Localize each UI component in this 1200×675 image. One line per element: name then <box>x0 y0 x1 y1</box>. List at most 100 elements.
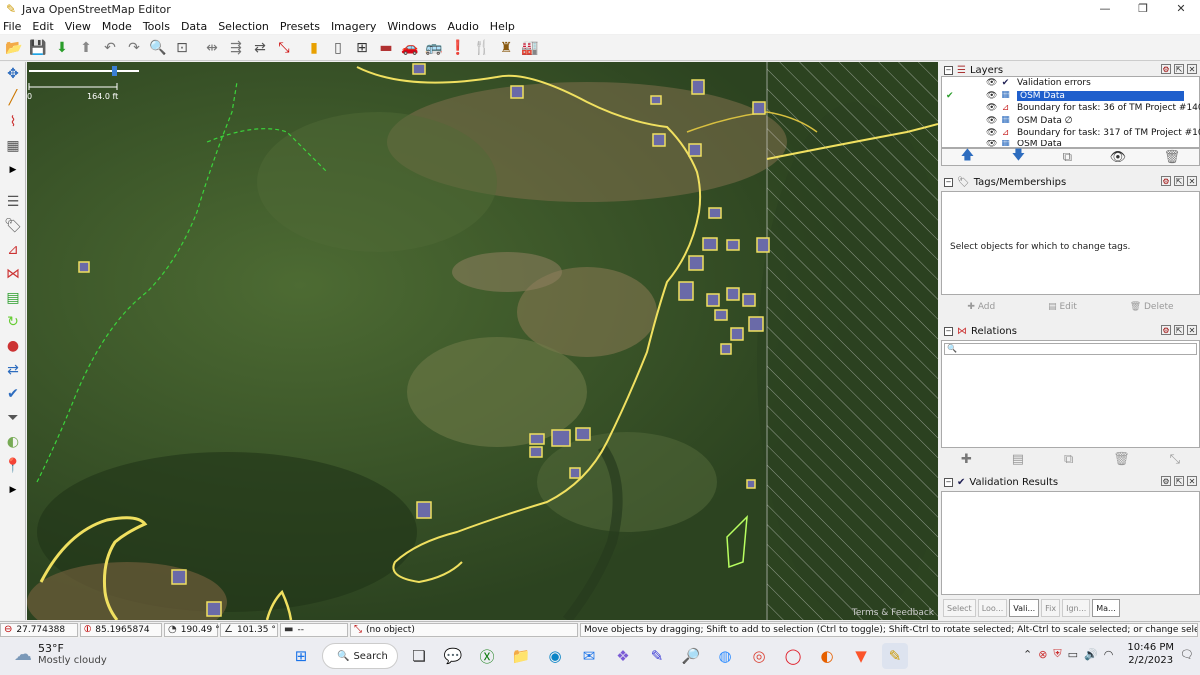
split-way-icon[interactable]: ⇹ <box>200 37 224 59</box>
select-relation-icon[interactable]: ⤡ <box>1170 452 1180 467</box>
eye-icon[interactable]: 👁 <box>986 103 997 113</box>
display-icon[interactable]: ▭ <box>1068 648 1078 661</box>
relations-toggle-icon[interactable]: ⋈ <box>1 262 25 286</box>
preset-wall-icon[interactable]: ▬ <box>374 37 398 59</box>
menu-tools[interactable]: Tools <box>143 20 170 33</box>
notes-icon[interactable]: ✎ <box>644 643 670 669</box>
menu-help[interactable]: Help <box>490 20 515 33</box>
visibility-icon[interactable]: 👁 <box>1110 150 1127 165</box>
validate-button[interactable]: Vali... <box>1009 599 1040 617</box>
redo-icon[interactable]: ↷ <box>122 37 146 59</box>
zoom-icon[interactable]: 🔍 <box>146 37 170 59</box>
reverse-way-icon[interactable]: ⇄ <box>248 37 272 59</box>
josm-taskbar-icon[interactable]: ✎ <box>882 643 908 669</box>
brave-icon[interactable]: ▼ <box>848 643 874 669</box>
panel-detach-icon[interactable]: ⇱ <box>1174 64 1184 74</box>
layer-row[interactable]: 👁 ⊿ Boundary for task: 36 of TM Project #1… <box>942 102 1200 115</box>
collapse-icon[interactable]: − <box>944 477 953 487</box>
preset-bus-icon[interactable]: 🚌 <box>422 37 446 59</box>
select-mode-icon[interactable]: ✥ <box>1 62 25 86</box>
layer-row[interactable]: 👁 ▦ OSM Data <box>942 140 1199 148</box>
lookup-button[interactable]: Loo... <box>977 599 1008 617</box>
maximize-button[interactable]: ❐ <box>1124 0 1162 18</box>
panel-close-icon[interactable]: ✕ <box>1187 176 1197 186</box>
firefox-icon[interactable]: ◐ <box>814 643 840 669</box>
tags-toggle-icon[interactable]: 🏷 <box>1 214 25 238</box>
menu-audio[interactable]: Audio <box>448 20 479 33</box>
panel-help-icon[interactable]: ⚙ <box>1161 325 1171 335</box>
eye-icon[interactable]: 👁 <box>986 91 997 101</box>
eye-icon[interactable]: 👁 <box>986 78 997 88</box>
improve-way-icon[interactable]: ⌇ <box>1 110 25 134</box>
layer-row[interactable]: 👁 ⊿ Boundary for task: 317 of TM Project #… <box>942 127 1200 140</box>
draw-mode-icon[interactable]: ╱ <box>1 86 25 110</box>
preferences-icon[interactable]: ⊡ <box>170 37 194 59</box>
delete-layer-icon[interactable]: 🗑 <box>1164 150 1181 165</box>
save-icon[interactable]: 💾 <box>26 37 50 59</box>
panel-help-icon[interactable]: ⚙ <box>1161 476 1171 486</box>
map-style-icon[interactable]: ◐ <box>1 430 25 454</box>
notification-icon[interactable]: 🗨 <box>1180 648 1194 661</box>
layer-row[interactable]: 👁 ▦ OSM Data ∅ <box>942 115 1199 128</box>
panel-help-icon[interactable]: ⚙ <box>1161 64 1171 74</box>
menu-view[interactable]: View <box>65 20 91 33</box>
edit-tag-button[interactable]: ▤ Edit <box>1048 302 1077 312</box>
filter-icon[interactable]: ⏷ <box>1 406 25 430</box>
undo-icon[interactable]: ↶ <box>98 37 122 59</box>
collapse-icon[interactable]: − <box>944 177 953 187</box>
chrome-icon[interactable]: ◎ <box>746 643 772 669</box>
mail-icon[interactable]: ✉ <box>576 643 602 669</box>
move-up-icon[interactable]: 🡅 <box>961 146 974 168</box>
move-down-icon[interactable]: 🡇 <box>1012 146 1025 168</box>
xbox-icon[interactable]: Ⓧ <box>474 643 500 669</box>
chevron-up-icon[interactable]: ⌃ <box>1023 648 1032 661</box>
preset-restaurant-icon[interactable]: 🍴 <box>470 37 494 59</box>
menu-file[interactable]: File <box>3 20 21 33</box>
select-button[interactable]: Select <box>943 599 976 617</box>
map-paint-icon[interactable]: ▤ <box>1 286 25 310</box>
expand-tools-icon[interactable]: ▶ <box>1 158 25 182</box>
layer-row[interactable]: 👁 ✔ Validation errors <box>942 77 1199 90</box>
expand-panels-icon[interactable]: ▶ <box>1 478 25 502</box>
volume-icon[interactable]: 🔊 <box>1084 648 1098 661</box>
opera-icon[interactable]: ◯ <box>780 643 806 669</box>
file-explorer-icon[interactable]: 📁 <box>508 643 534 669</box>
delete-tag-button[interactable]: 🗑 Delete <box>1130 302 1174 312</box>
validation-results-list[interactable] <box>941 491 1200 595</box>
preset-warning-icon[interactable]: ❗ <box>446 37 470 59</box>
relations-list[interactable]: 🔍 <box>941 340 1200 448</box>
ignore-button[interactable]: Ign... <box>1062 599 1091 617</box>
task-view-icon[interactable]: ❏ <box>406 643 432 669</box>
conflict-icon[interactable]: ↻ <box>1 310 25 334</box>
mapcss-button[interactable]: Ma... <box>1092 599 1120 617</box>
close-button[interactable]: ✕ <box>1162 0 1200 18</box>
wifi-icon[interactable]: ◠ <box>1104 648 1114 661</box>
taskbar-search[interactable]: 🔍 Search <box>322 643 398 669</box>
building-tool-icon[interactable]: ▦ <box>1 134 25 158</box>
start-button-icon[interactable]: ⊞ <box>288 643 314 669</box>
chat-icon[interactable]: 💬 <box>440 643 466 669</box>
duplicate-relation-icon[interactable]: ⧉ <box>1064 452 1073 467</box>
merge-icon[interactable]: ⧉ <box>1063 150 1072 165</box>
weather-widget[interactable]: ☁ 53°F Mostly cloudy <box>14 642 107 666</box>
panel-close-icon[interactable]: ✕ <box>1187 476 1197 486</box>
menu-mode[interactable]: Mode <box>102 20 132 33</box>
menu-imagery[interactable]: Imagery <box>331 20 376 33</box>
panel-close-icon[interactable]: ✕ <box>1187 64 1197 74</box>
zoom-app-icon[interactable]: ◍ <box>712 643 738 669</box>
menu-selection[interactable]: Selection <box>218 20 269 33</box>
combine-way-icon[interactable]: ⇶ <box>224 37 248 59</box>
tags-table[interactable]: Select objects for which to change tags. <box>941 191 1200 295</box>
authors-icon[interactable]: ● <box>1 334 25 358</box>
location-icon[interactable]: 📍 <box>1 454 25 478</box>
menu-data[interactable]: Data <box>181 20 207 33</box>
panel-help-icon[interactable]: ⚙ <box>1161 176 1171 186</box>
layers-toggle-icon[interactable]: ☰ <box>1 190 25 214</box>
preset-building-icon[interactable]: ▮ <box>302 37 326 59</box>
orthogonalize-icon[interactable]: ⤡ <box>272 37 296 59</box>
preset-car-icon[interactable]: 🚗 <box>398 37 422 59</box>
menu-edit[interactable]: Edit <box>32 20 53 33</box>
terms-link[interactable]: Terms & Feedback <box>852 608 934 618</box>
new-relation-icon[interactable]: ✚ <box>961 452 972 467</box>
panel-detach-icon[interactable]: ⇱ <box>1174 476 1184 486</box>
